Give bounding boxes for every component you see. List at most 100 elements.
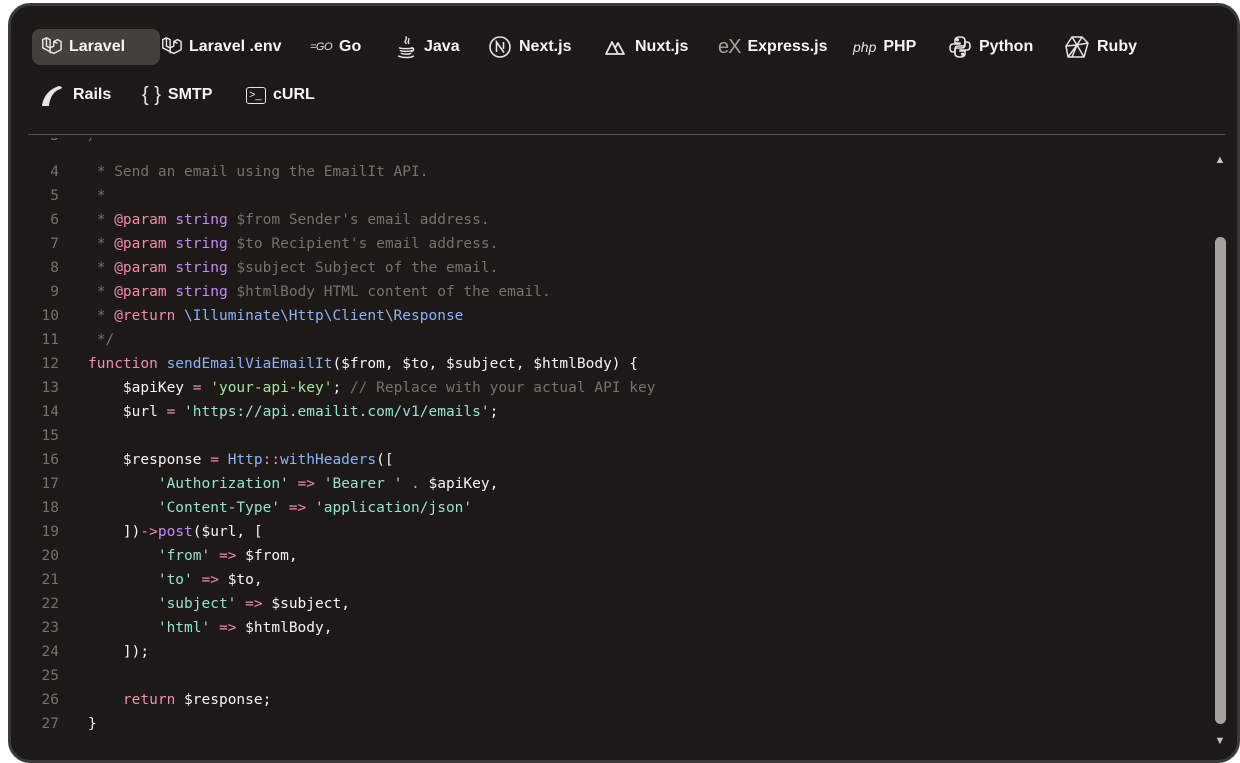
code-token: 'https://api.emailit.com/v1/emails'	[184, 404, 490, 420]
tabs-divider	[28, 134, 1225, 135]
language-tabs: Laravel Laravel .env =GO Go Java Next.js Nuxt.…	[11, 6, 1237, 134]
code-token: 'to'	[157, 572, 193, 588]
line-number: 9	[50, 284, 59, 300]
code-token: =>	[218, 620, 237, 636]
code-token: $from,	[236, 548, 298, 564]
scrollbar-thumb[interactable]	[1215, 237, 1226, 724]
code-token: =>	[245, 596, 263, 612]
line-number: 27	[41, 716, 59, 732]
tab-laravel-env[interactable]: Laravel .env	[152, 29, 287, 65]
line-text: *	[88, 184, 106, 208]
tab-label: Java	[424, 38, 460, 55]
code-token: 'application/json'	[315, 500, 473, 516]
line-number: 17	[41, 476, 59, 492]
tab-label: Express.js	[747, 38, 828, 55]
code-token: *	[88, 188, 106, 204]
code-token: string	[175, 284, 228, 300]
code-token: * Send an email using the EmailIt API.	[88, 164, 429, 180]
code-token: 'your-api-key'	[210, 380, 333, 396]
code-snippet-card: Laravel Laravel .env =GO Go Java Next.js Nuxt.…	[8, 3, 1240, 763]
code-token: $apiKey	[88, 380, 193, 396]
line-number: 21	[41, 572, 59, 588]
code-token: sendEmailViaEmailIt	[166, 356, 333, 372]
code-token: }	[88, 716, 97, 732]
tab-rails[interactable]: Rails	[32, 77, 119, 113]
expressjs-icon: eX	[718, 35, 741, 58]
code-token: *	[88, 308, 115, 324]
vertical-scrollbar[interactable]: ▲ ▼	[1211, 149, 1229, 760]
line-number: 25	[41, 668, 59, 684]
line-number: 24	[41, 644, 59, 660]
code-token: =	[192, 380, 202, 396]
code-token: =>	[297, 476, 315, 492]
code-token: // Replace with your actual API key	[349, 380, 656, 396]
code-token: 'Authorization'	[157, 476, 289, 492]
line-number: 6	[50, 212, 59, 228]
code-token: withHeaders	[280, 452, 377, 468]
scroll-up-arrow[interactable]: ▲	[1211, 153, 1229, 167]
tab-php[interactable]: php PHP	[845, 29, 925, 65]
line-number: 12	[41, 356, 59, 372]
tab-python[interactable]: Python	[940, 29, 1042, 65]
code-token: function	[88, 356, 158, 372]
tab-go[interactable]: =GO Go	[302, 29, 369, 65]
code-token: =	[166, 404, 176, 420]
tab-next-js[interactable]: Next.js	[480, 29, 580, 65]
code-token: *	[88, 260, 115, 276]
code-token: string	[175, 260, 228, 276]
line-text: /	[88, 138, 97, 148]
tab-express-js[interactable]: eX Express.js	[710, 29, 832, 65]
code-token: $response	[88, 452, 211, 468]
code-token: $response;	[175, 692, 272, 708]
code-token: =	[210, 452, 219, 468]
tab-ruby[interactable]: Ruby	[1056, 29, 1144, 65]
code-token: ($from, $to, $subject, $htmlBody) {	[332, 356, 638, 372]
line-text: 'from' => $from,	[88, 544, 298, 568]
line-text: $apiKey = 'your-api-key'; // Replace wit…	[88, 376, 656, 400]
scroll-down-arrow[interactable]: ▼	[1211, 734, 1229, 748]
tab-nuxt-js[interactable]: Nuxt.js	[596, 29, 696, 65]
line-number: 15	[41, 428, 59, 444]
code-view: 3 / 4 * Send an email using the EmailIt AP…	[11, 138, 1207, 760]
code-token: ($url, [	[192, 524, 263, 540]
line-text: */	[88, 328, 114, 352]
line-number: 22	[41, 596, 59, 612]
code-token: 'Bearer '	[323, 476, 403, 492]
tab-label: Ruby	[1097, 38, 1137, 55]
tab-smtp[interactable]: { } SMTP	[134, 77, 223, 113]
tab-curl[interactable]: >_ cURL	[238, 77, 324, 113]
code-token: $htmlBody HTML content of the email.	[227, 284, 551, 300]
code-token: ;	[332, 380, 350, 396]
line-text: ]);	[88, 640, 149, 664]
nuxtjs-icon	[604, 37, 628, 57]
code-token: *	[88, 284, 115, 300]
tab-laravel[interactable]: Laravel	[32, 29, 160, 65]
code-token: $subject,	[262, 596, 350, 612]
line-text: $url = 'https://api.emailit.com/v1/email…	[88, 400, 498, 424]
tab-label: Next.js	[519, 38, 572, 55]
tab-java[interactable]: Java	[387, 29, 464, 65]
code-token: @param	[114, 212, 167, 228]
line-number: 19	[41, 524, 59, 540]
code-token: =>	[201, 572, 219, 588]
code-token: ]);	[88, 644, 150, 660]
java-icon	[395, 35, 417, 59]
line-number: 4	[50, 164, 59, 180]
tab-label: cURL	[273, 86, 315, 103]
code-token: @return	[114, 308, 176, 324]
tab-label: Laravel .env	[189, 38, 282, 55]
go-icon: =GO	[310, 41, 333, 53]
line-number: 26	[41, 692, 59, 708]
line-text: 'subject' => $subject,	[88, 592, 350, 616]
code-token: $htmlBody,	[236, 620, 333, 636]
tab-label: Python	[979, 38, 1034, 55]
